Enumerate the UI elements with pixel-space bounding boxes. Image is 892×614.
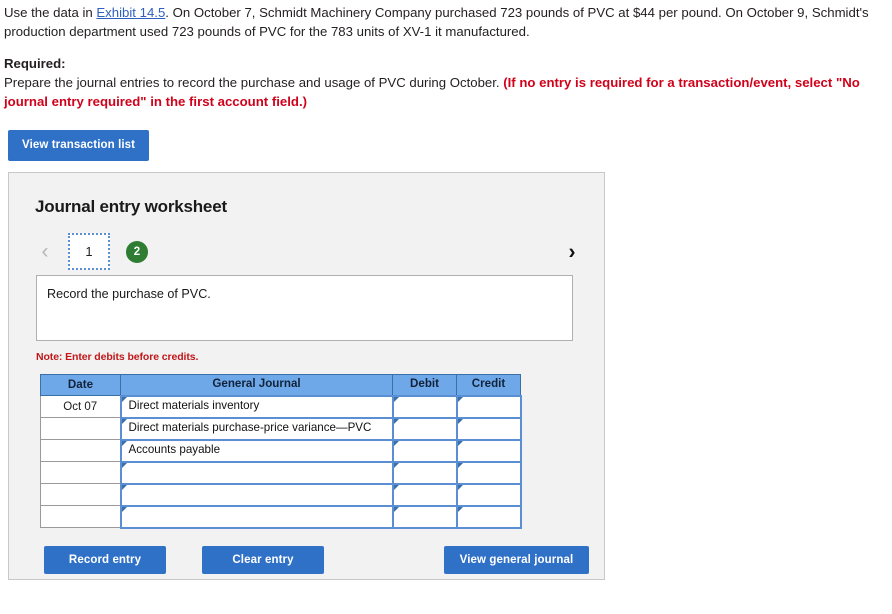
table-row — [40, 460, 522, 485]
credit-cell[interactable] — [455, 504, 522, 529]
problem-text-pre: Use the data in — [4, 5, 97, 20]
credit-cell[interactable] — [455, 438, 522, 463]
table-row — [40, 504, 522, 529]
worksheet-tab-1[interactable]: 1 — [68, 233, 110, 271]
debit-cell[interactable] — [391, 394, 458, 419]
date-cell[interactable] — [40, 461, 121, 485]
debit-cell[interactable] — [391, 504, 458, 529]
required-paragraph: Prepare the journal entries to record th… — [4, 74, 870, 111]
clear-entry-button[interactable]: Clear entry — [202, 545, 324, 574]
table-row: Oct 07 Direct materials inventory — [40, 394, 522, 419]
table-row: Accounts payable — [40, 438, 522, 463]
debit-cell[interactable] — [391, 482, 458, 507]
view-general-journal-button[interactable]: View general journal — [444, 545, 589, 574]
debit-cell[interactable] — [391, 460, 458, 485]
account-cell[interactable]: Direct materials purchase-price variance… — [119, 416, 394, 441]
account-cell[interactable] — [119, 504, 394, 529]
exhibit-link[interactable]: Exhibit 14.5 — [96, 5, 165, 20]
prev-entry-icon[interactable]: ‹ — [35, 241, 55, 262]
required-label: Required: — [4, 56, 66, 72]
required-text: Prepare the journal entries to record th… — [4, 75, 504, 91]
date-cell[interactable] — [40, 483, 121, 507]
column-header-date: Date — [40, 373, 121, 397]
debit-cell[interactable] — [391, 416, 458, 441]
table-row: Direct materials purchase-price variance… — [40, 416, 522, 441]
column-header-general-journal: General Journal — [120, 373, 393, 397]
credit-cell[interactable] — [455, 460, 522, 485]
credit-cell[interactable] — [455, 394, 522, 419]
account-cell[interactable]: Accounts payable — [119, 438, 394, 463]
table-row — [40, 482, 522, 507]
account-cell[interactable]: Direct materials inventory — [119, 394, 394, 419]
worksheet-pager: ‹ 1 2 › — [9, 231, 604, 273]
credit-cell[interactable] — [455, 416, 522, 441]
debit-cell[interactable] — [391, 438, 458, 463]
journal-entry-table: Date General Journal Debit Credit Oct 07… — [40, 373, 522, 529]
debits-before-credits-note: Note: Enter debits before credits. — [36, 350, 199, 363]
account-cell[interactable] — [119, 482, 394, 507]
credit-cell[interactable] — [455, 482, 522, 507]
problem-statement: Use the data in Exhibit 14.5. On October… — [0, 0, 892, 112]
view-transaction-list-button[interactable]: View transaction list — [8, 129, 150, 161]
date-cell[interactable] — [40, 417, 121, 441]
date-cell[interactable] — [40, 439, 121, 463]
date-cell[interactable]: Oct 07 — [40, 395, 121, 419]
journal-entry-worksheet-panel: Journal entry worksheet ‹ 1 2 › Record t… — [8, 171, 605, 580]
date-cell[interactable] — [40, 505, 121, 529]
worksheet-actions: Record entry Clear entry View general jo… — [44, 545, 589, 574]
next-entry-icon[interactable]: › — [562, 241, 582, 262]
column-header-credit: Credit — [456, 373, 521, 397]
view-transaction-list-toolbar: View transaction list — [0, 112, 892, 161]
record-entry-button[interactable]: Record entry — [44, 545, 166, 574]
entry-description-box: Record the purchase of PVC. — [36, 274, 573, 341]
worksheet-tab-2[interactable]: 2 — [126, 240, 148, 263]
column-header-debit: Debit — [392, 373, 457, 397]
problem-paragraph: Use the data in Exhibit 14.5. On October… — [4, 4, 870, 41]
account-cell[interactable] — [119, 460, 394, 485]
worksheet-title: Journal entry worksheet — [35, 196, 227, 216]
table-header-row: Date General Journal Debit Credit — [40, 373, 521, 397]
